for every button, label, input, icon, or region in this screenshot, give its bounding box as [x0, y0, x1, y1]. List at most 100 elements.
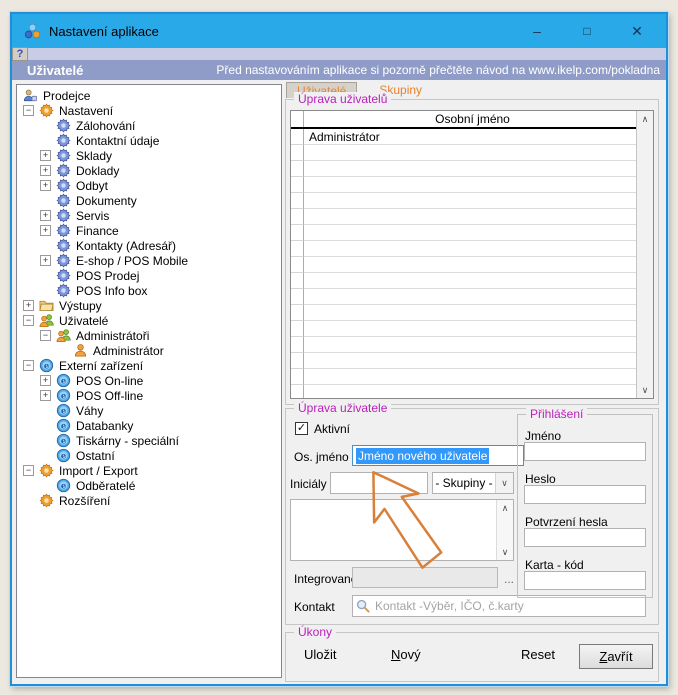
tree-item-label: POS Info box [76, 284, 147, 298]
row-selector-cell[interactable] [291, 161, 304, 177]
tree-item[interactable]: Databanky [17, 418, 281, 433]
row-selector-cell[interactable] [291, 273, 304, 289]
login-field-input-2[interactable] [524, 485, 646, 504]
row-selector-cell[interactable] [291, 289, 304, 305]
row-selector-cell[interactable] [291, 321, 304, 337]
tree-item[interactable]: Dokumenty [17, 193, 281, 208]
expand-plus-icon[interactable]: + [40, 210, 51, 221]
tree-item[interactable]: Váhy [17, 403, 281, 418]
table-row[interactable] [291, 241, 636, 257]
collapse-minus-icon[interactable]: − [23, 315, 34, 326]
login-field-input-3[interactable] [524, 528, 646, 547]
expand-plus-icon[interactable]: + [40, 180, 51, 191]
tree-item[interactable]: +Odbyt [17, 178, 281, 193]
expand-plus-icon[interactable]: + [40, 375, 51, 386]
tree-item[interactable]: Ostatní [17, 448, 281, 463]
tree-item[interactable]: Prodejce [17, 88, 281, 103]
reset-button[interactable]: Reset [521, 647, 555, 662]
tree-item[interactable]: Zálohování [17, 118, 281, 133]
tree-item[interactable]: −Nastavení [17, 103, 281, 118]
table-row[interactable] [291, 337, 636, 353]
row-selector-cell[interactable] [291, 385, 304, 398]
tree-item[interactable]: POS Prodej [17, 268, 281, 283]
row-selector-cell[interactable] [291, 257, 304, 273]
collapse-minus-icon[interactable]: − [40, 330, 51, 341]
maximize-icon[interactable]: □ [576, 20, 598, 42]
scroll-down-icon[interactable]: ∨ [637, 382, 653, 398]
scroll-down-icon[interactable]: ∨ [497, 544, 513, 560]
row-selector-cell[interactable] [291, 241, 304, 257]
tree-item[interactable]: +Sklady [17, 148, 281, 163]
tree-item[interactable]: +POS On-line [17, 373, 281, 388]
scroll-up-icon[interactable]: ∧ [497, 500, 513, 516]
scroll-up-icon[interactable]: ∧ [637, 111, 653, 127]
tree-item[interactable]: +E-shop / POS Mobile [17, 253, 281, 268]
table-row[interactable] [291, 257, 636, 273]
row-selector-cell[interactable] [291, 305, 304, 321]
row-selector-cell[interactable] [291, 145, 304, 161]
expand-plus-icon[interactable]: + [40, 225, 51, 236]
table-row[interactable]: Administrátor [291, 129, 636, 145]
expand-plus-icon[interactable]: + [40, 150, 51, 161]
row-selector-cell[interactable] [291, 337, 304, 353]
tree-item[interactable]: +Výstupy [17, 298, 281, 313]
zavrit-button[interactable]: Zavřít [579, 644, 653, 669]
tree-item[interactable]: Kontaktní údaje [17, 133, 281, 148]
tree-item[interactable]: Rozšíření [17, 493, 281, 508]
row-selector-cell[interactable] [291, 193, 304, 209]
tree-item[interactable]: −Import / Export [17, 463, 281, 478]
table-row[interactable] [291, 193, 636, 209]
tree-item[interactable]: +POS Off-line [17, 388, 281, 403]
chevron-down-icon[interactable]: ∨ [495, 473, 513, 493]
contact-search-input[interactable]: Kontakt -Výběr, IČO, č.karty [352, 595, 646, 617]
tree-item[interactable]: Odběratelé [17, 478, 281, 493]
table-row[interactable] [291, 161, 636, 177]
table-row[interactable] [291, 209, 636, 225]
row-selector-cell[interactable] [291, 369, 304, 385]
table-row[interactable] [291, 177, 636, 193]
help-button[interactable]: ? [12, 47, 28, 61]
tree-item[interactable]: −Externí zařízení [17, 358, 281, 373]
collapse-minus-icon[interactable]: − [23, 465, 34, 476]
row-selector-cell[interactable] [291, 129, 304, 145]
tree-item[interactable]: Kontakty (Adresář) [17, 238, 281, 253]
tree-item[interactable]: +Finance [17, 223, 281, 238]
header-band: Uživatelé Před nastavováním aplikace si … [12, 60, 666, 80]
listbox-scrollbar[interactable]: ∧ ∨ [496, 500, 513, 560]
tree-item[interactable]: +Servis [17, 208, 281, 223]
close-icon[interactable]: ✕ [626, 20, 648, 42]
integrated-more-button[interactable]: ... [504, 572, 514, 586]
table-scrollbar[interactable]: ∧ ∨ [636, 111, 653, 398]
collapse-minus-icon[interactable]: − [23, 105, 34, 116]
tree-item[interactable]: POS Info box [17, 283, 281, 298]
collapse-minus-icon[interactable]: − [23, 360, 34, 371]
table-row[interactable] [291, 305, 636, 321]
tree-item[interactable]: −Uživatelé [17, 313, 281, 328]
login-field-input-1[interactable] [524, 442, 646, 461]
table-row[interactable] [291, 385, 636, 398]
table-row[interactable] [291, 225, 636, 241]
table-row[interactable] [291, 321, 636, 337]
table-row[interactable] [291, 289, 636, 305]
tree-item[interactable]: Administrátor [17, 343, 281, 358]
table-row[interactable] [291, 145, 636, 161]
tree-item[interactable]: −Administrátoři [17, 328, 281, 343]
expand-plus-icon[interactable]: + [40, 390, 51, 401]
ulozit-button[interactable]: Uložit [304, 647, 337, 662]
table-row[interactable] [291, 273, 636, 289]
novy-button[interactable]: Nový [391, 647, 421, 662]
row-selector-cell[interactable] [291, 225, 304, 241]
expand-plus-icon[interactable]: + [23, 300, 34, 311]
active-checkbox[interactable]: ✓ [295, 422, 308, 435]
row-selector-cell[interactable] [291, 177, 304, 193]
tree-item[interactable]: +Doklady [17, 163, 281, 178]
table-row[interactable] [291, 353, 636, 369]
expand-plus-icon[interactable]: + [40, 255, 51, 266]
tree-item[interactable]: Tiskárny - speciální [17, 433, 281, 448]
table-row[interactable] [291, 369, 636, 385]
expand-plus-icon[interactable]: + [40, 165, 51, 176]
minimize-icon[interactable]: – [526, 20, 548, 42]
row-selector-cell[interactable] [291, 209, 304, 225]
login-field-input-4[interactable] [524, 571, 646, 590]
row-selector-cell[interactable] [291, 353, 304, 369]
